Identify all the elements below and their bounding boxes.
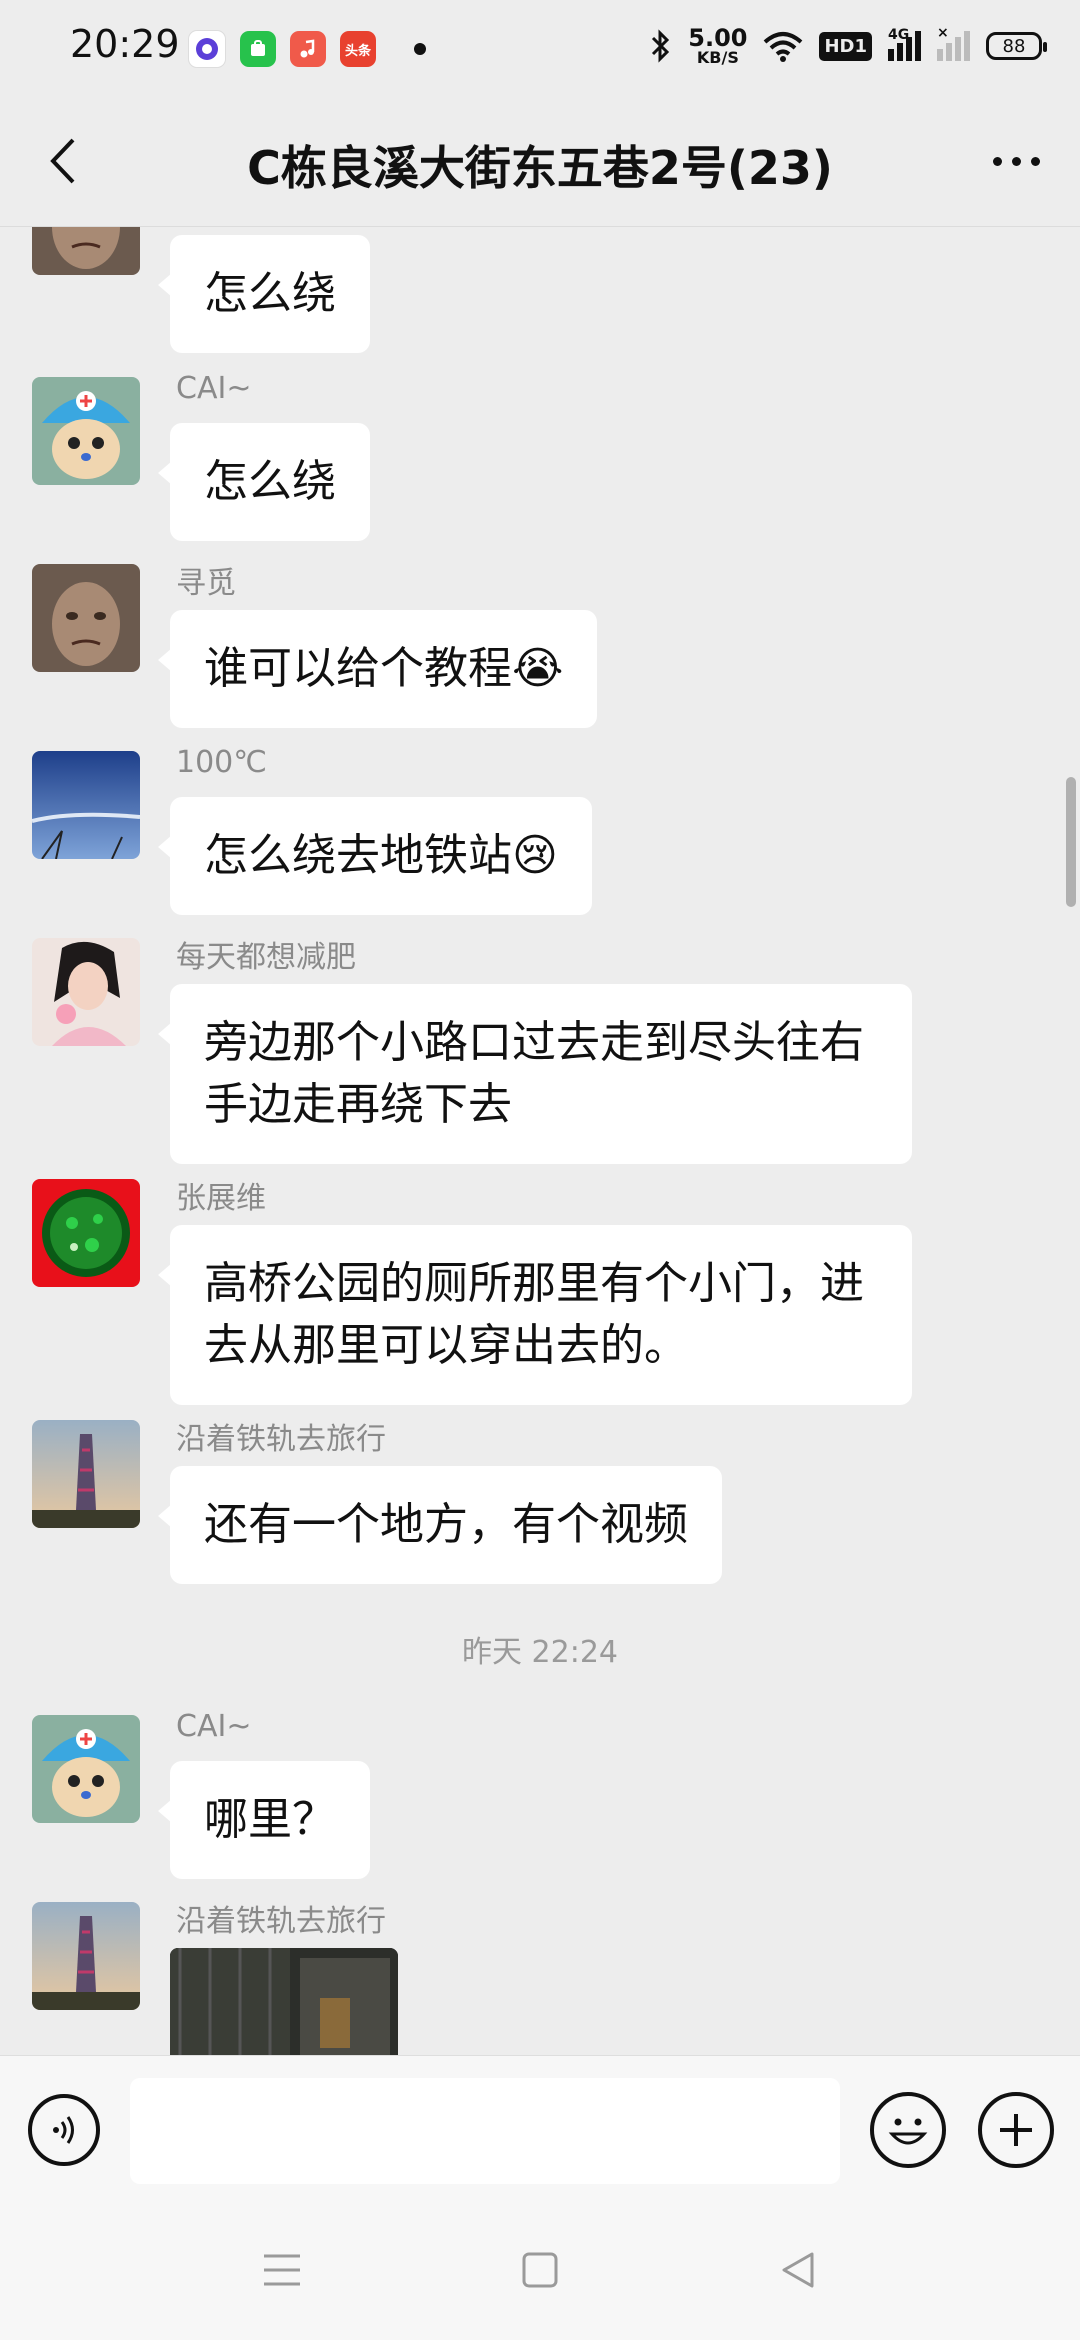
recent-apps-button[interactable] xyxy=(242,2230,322,2310)
wifi-icon xyxy=(764,32,803,62)
status-right-icons: 5.00 KB/S HD1 4G × 88 xyxy=(648,24,1047,67)
network-speed: 5.00 KB/S xyxy=(688,24,748,67)
time-divider: 昨天 22:24 xyxy=(462,1635,618,1670)
emoji-button[interactable] xyxy=(870,2092,946,2168)
sender-avatar[interactable] xyxy=(32,377,140,485)
menu-lines-icon xyxy=(264,2254,300,2286)
sender-name: 张展维 xyxy=(176,1181,266,1216)
message-bubble[interactable]: 哪里？ xyxy=(158,1761,370,1879)
more-functions-button[interactable] xyxy=(978,2092,1054,2168)
notification-icons: 头条 xyxy=(188,30,426,68)
more-notifications-dot xyxy=(414,43,426,55)
message-bubble[interactable]: 高桥公园的厕所那里有个小门，进去从那里可以穿出去的。 xyxy=(158,1225,912,1405)
message-bubble[interactable]: 还有一个地方，有个视频 xyxy=(158,1466,722,1584)
dot-icon xyxy=(992,156,1002,166)
message-bubble[interactable]: 怎么绕去地铁站😢 xyxy=(158,797,592,915)
system-back-button[interactable] xyxy=(758,2230,838,2310)
triangle-back-icon xyxy=(782,2252,814,2288)
sender-avatar[interactable] xyxy=(32,227,140,275)
message-bubble[interactable]: 怎么绕 xyxy=(158,235,370,353)
status-time: 20:29 xyxy=(70,22,180,66)
sender-name: 每天都想减肥 xyxy=(176,940,356,975)
bluetooth-icon xyxy=(652,29,670,63)
chevron-left-icon xyxy=(50,138,75,184)
sender-avatar[interactable] xyxy=(32,564,140,672)
browser-app-icon xyxy=(188,30,226,68)
smiley-icon xyxy=(888,2118,928,2145)
toutiao-app-icon: 头条 xyxy=(340,31,376,67)
status-bar: 20:29 头条 5.00 KB/S HD1 4G × 88 xyxy=(0,0,1080,96)
sender-name: CAI~ xyxy=(176,371,252,406)
message-bubble[interactable]: 怎么绕 xyxy=(158,423,370,541)
voice-input-button[interactable] xyxy=(28,2094,100,2166)
home-button[interactable] xyxy=(500,2230,580,2310)
sender-avatar[interactable] xyxy=(32,751,140,859)
system-navigation-bar xyxy=(0,2190,1080,2340)
sender-avatar[interactable] xyxy=(32,1902,140,2010)
sender-name: CAI~ xyxy=(176,1709,252,1744)
chat-title: C栋良溪大街东五巷2号(23) xyxy=(247,141,833,195)
scrollbar-thumb[interactable] xyxy=(1066,777,1076,907)
back-button[interactable] xyxy=(28,126,98,196)
market-app-icon xyxy=(240,31,276,67)
sender-avatar[interactable] xyxy=(32,1179,140,1287)
signal-strength-icon: 4G xyxy=(888,27,921,61)
sender-avatar[interactable] xyxy=(32,1420,140,1528)
message-bubble[interactable]: 谁可以给个教程😭 xyxy=(157,610,598,728)
sender-name: 寻觅 xyxy=(176,566,236,601)
hd-voice-badge: HD1 xyxy=(819,31,872,61)
more-options-button[interactable] xyxy=(976,126,1056,196)
square-icon xyxy=(522,2252,558,2288)
battery-icon: 88 xyxy=(986,32,1047,60)
chat-message-list[interactable]: 怎么绕 CAI~ 怎么绕 寻觅 谁可以给个教程😭 100℃ 怎么绕去地铁站😢 每… xyxy=(0,227,1080,2055)
sender-avatar[interactable] xyxy=(32,1715,140,1823)
sender-name: 100℃ xyxy=(176,745,267,780)
chat-header: C栋良溪大街东五巷2号(23) xyxy=(0,96,1080,227)
voice-icon xyxy=(53,2116,74,2144)
message-input-bar xyxy=(0,2055,1080,2191)
dot-icon xyxy=(1011,156,1021,166)
music-app-icon xyxy=(290,31,326,67)
sim2-signal-icon: × xyxy=(937,25,970,61)
sender-name: 沿着铁轨去旅行 xyxy=(176,1904,386,1939)
dot-icon xyxy=(1030,156,1040,166)
sender-avatar[interactable] xyxy=(32,938,140,1046)
sender-name: 沿着铁轨去旅行 xyxy=(176,1422,386,1457)
plus-icon xyxy=(1000,2114,1032,2146)
message-input[interactable] xyxy=(130,2078,840,2184)
video-message-thumbnail[interactable] xyxy=(170,1948,398,2055)
message-bubble[interactable]: 旁边那个小路口过去走到尽头往右手边走再绕下去 xyxy=(158,984,912,1164)
